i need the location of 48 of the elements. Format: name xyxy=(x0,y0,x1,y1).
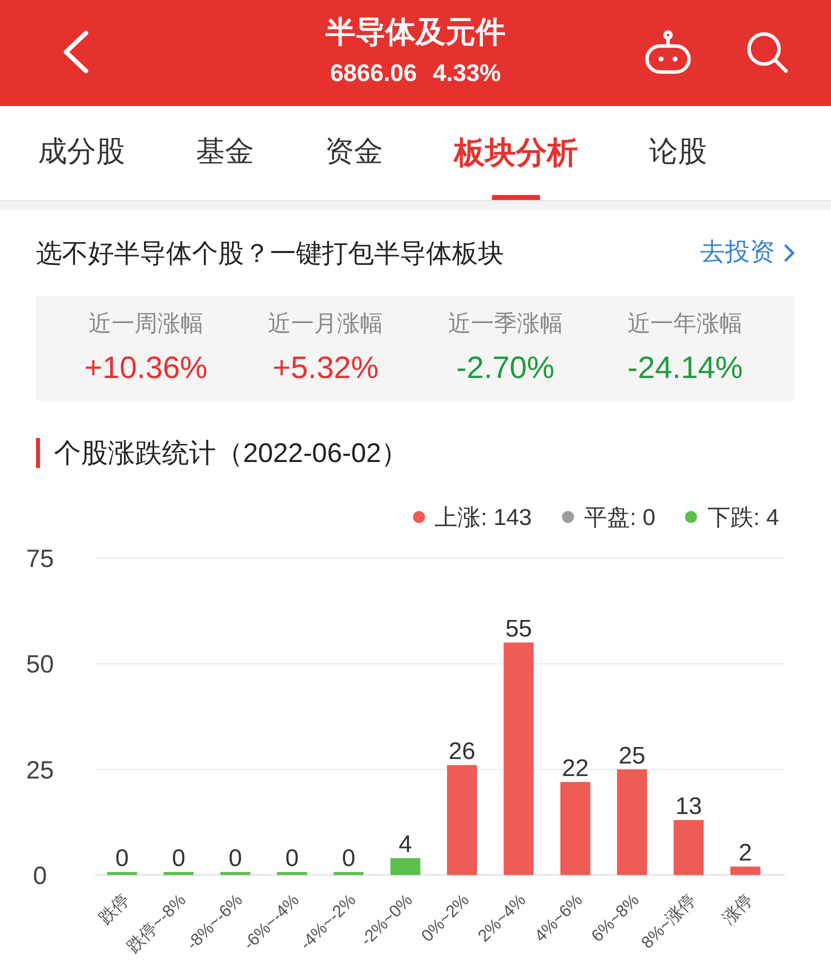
bar-value-label: 26 xyxy=(448,738,476,766)
bar-value-label: 25 xyxy=(618,742,646,770)
stat-label: 近一周涨幅 xyxy=(88,309,204,338)
legend-label: 下跌: 4 xyxy=(707,502,779,532)
bar-value-label: 55 xyxy=(505,616,532,643)
stat-value: +5.32% xyxy=(272,348,379,386)
stat-label: 近一年涨幅 xyxy=(628,309,743,338)
tab[interactable]: 基金 xyxy=(196,106,254,200)
bar-value-label: 4 xyxy=(398,831,412,858)
bar-value-label: 13 xyxy=(675,793,702,820)
section-title: 个股涨跌统计（2022-06-02） xyxy=(54,437,408,470)
tab[interactable]: 资金 xyxy=(325,106,383,200)
invest-link[interactable]: 去投资 xyxy=(700,234,795,272)
x-tick-label: 涨停 xyxy=(718,890,756,928)
bar-value-label: 0 xyxy=(228,845,242,872)
y-tick-label: 75 xyxy=(26,545,54,573)
zero-bar-marker xyxy=(220,872,250,875)
tab[interactable]: 板块分析 xyxy=(454,106,578,200)
y-tick-label: 50 xyxy=(26,650,54,679)
stat-label: 近一季涨幅 xyxy=(448,309,563,338)
stat-value: -24.14% xyxy=(627,348,743,386)
bar-value-label: 0 xyxy=(115,845,129,872)
legend-label: 平盘: 0 xyxy=(584,502,656,532)
zero-bar-marker xyxy=(107,872,137,875)
bar-value-label: 2 xyxy=(738,840,752,867)
x-tick-label: 跌停 xyxy=(95,890,133,928)
search-icon[interactable] xyxy=(745,30,789,74)
index-change: 4.33% xyxy=(432,58,501,89)
bar-value-label: 0 xyxy=(285,845,299,872)
index-price: 6866.06 xyxy=(330,58,417,89)
stat-value: -2.70% xyxy=(456,348,554,386)
page-title: 半导体及元件 xyxy=(326,15,506,52)
y-tick-label: 25 xyxy=(26,756,54,784)
robot-icon[interactable] xyxy=(643,30,693,74)
chevron-right-icon xyxy=(783,243,795,263)
bar-value-label: 22 xyxy=(562,755,589,782)
zero-bar-marker xyxy=(277,872,307,875)
promo-text: 选不好半导体个股？一键打包半导体板块 xyxy=(36,236,504,270)
bar-value-label: 0 xyxy=(342,845,356,872)
tab[interactable]: 论股 xyxy=(649,106,707,200)
tab[interactable]: 成分股 xyxy=(38,106,125,200)
zero-bar-marker xyxy=(334,872,364,875)
zero-bar-marker xyxy=(164,872,194,875)
legend-label: 上涨: 143 xyxy=(434,502,532,532)
stat-label: 近一月涨幅 xyxy=(268,309,384,338)
bar-value-label: 0 xyxy=(172,845,186,872)
y-tick-label: 0 xyxy=(33,862,47,890)
stat-value: +10.36% xyxy=(84,348,208,386)
